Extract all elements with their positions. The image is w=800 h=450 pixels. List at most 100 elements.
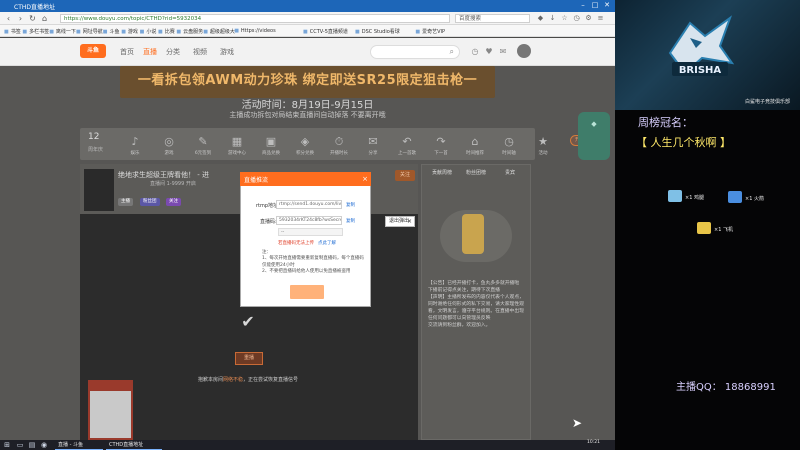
home-icon[interactable]: ⌂ <box>40 14 49 23</box>
mascot-badge[interactable]: ◆ <box>578 112 610 160</box>
forward-icon[interactable]: › <box>16 14 25 23</box>
site-logo[interactable]: 斗鱼 <box>80 44 106 58</box>
follow-list-icon[interactable]: ♥ <box>484 47 494 57</box>
tab-fan-rank[interactable]: 粉丝团榜 <box>460 168 492 179</box>
explorer-icon[interactable]: ▤ <box>28 441 36 449</box>
close-window-icon[interactable]: ✕ <box>602 1 612 10</box>
line-select[interactable]: -- <box>278 228 343 236</box>
toolbar-item-icon[interactable]: ◎ <box>161 134 177 150</box>
history-icon[interactable]: ◷ <box>470 47 480 57</box>
toolbar-item-icon[interactable]: ↶ <box>399 134 415 150</box>
taskbar-app-browser[interactable]: CTHD直播地址 <box>106 440 162 450</box>
copy-rtmp-link[interactable]: 复制 <box>346 202 355 208</box>
browser-task-icon[interactable]: ◉ <box>40 441 48 449</box>
bookmark-item[interactable]: CCTV-5直播频道 <box>303 28 348 35</box>
toolbar-item-icon[interactable]: ♪ <box>127 134 143 150</box>
nav-game[interactable]: 游戏 <box>220 47 234 57</box>
nav-home[interactable]: 首页 <box>120 47 134 57</box>
room-badge[interactable]: 关注 <box>166 198 181 206</box>
stream-key-input[interactable]: 5932034rKT24c8fb?wsSecret=******* <box>276 216 342 225</box>
message-icon[interactable]: ✉ <box>498 47 508 57</box>
toolbar-item-icon[interactable]: ★ <box>535 134 551 150</box>
weekly-rank-label: 周榜冠名： <box>638 116 693 129</box>
back-icon[interactable]: ‹ <box>4 14 13 23</box>
bookmark-item[interactable]: 超级超级大 <box>203 28 235 35</box>
anchor-figure <box>462 214 484 254</box>
user-avatar[interactable] <box>517 44 531 58</box>
toolbar-item-label: 积分兑换 <box>296 151 314 156</box>
toolbar-item-icon[interactable]: ✎ <box>195 134 211 150</box>
player-tip-link[interactable]: 网络不稳 <box>223 377 243 383</box>
toolbar-item-label: 开播时长 <box>330 151 348 156</box>
rtmp-input[interactable]: rtmp://send1.douyu.com/live <box>276 200 342 209</box>
toolbar-item-icon[interactable]: ◈ <box>297 134 313 150</box>
maximize-icon[interactable]: □ <box>590 1 600 10</box>
toolbar-item-icon[interactable]: ✉ <box>365 134 381 150</box>
bookmark-item[interactable]: 比赛 <box>158 28 175 35</box>
bookmark-item[interactable]: 离线一下 <box>49 28 76 35</box>
browser-search-input[interactable]: 百度搜索 <box>455 14 530 23</box>
nav-video[interactable]: 视频 <box>193 47 207 57</box>
tab-vip[interactable]: 贵宾 <box>494 168 526 179</box>
activity-toolbar: 12 周年庆 开通粉丝卡 ♪娱乐◎游戏✎6元签到▦游戏中心▣商品兑换◈积分兑换⏱… <box>80 128 605 160</box>
room-notice: 【公告】已经开播打卡，鱼丸多多就开播啦 下播前记得点关注，期待下次直播 【声明】… <box>428 281 524 328</box>
toolbar-item-icon[interactable]: ▣ <box>263 134 279 150</box>
event-banner-title: 一看拆包领AWM动力珍珠 绑定即送SR25限定狙击枪一 <box>137 73 478 88</box>
search-icon[interactable]: ⌕ <box>450 47 454 57</box>
url-input[interactable]: https://www.douyu.com/topic/CTHD?rid=593… <box>60 14 450 23</box>
replay-button[interactable]: 重播 <box>235 352 263 365</box>
toolbar-item-icon[interactable]: ↷ <box>433 134 449 150</box>
bookmark-item[interactable]: DSC Studio看球 <box>355 28 400 35</box>
close-icon[interactable]: × <box>407 217 412 226</box>
follow-button[interactable]: 关注 <box>395 170 415 181</box>
bookmark-item[interactable]: 书签 <box>4 28 21 35</box>
bookmark-item[interactable]: 游戏 <box>121 28 138 35</box>
toolbar-item-icon[interactable]: ⌂ <box>467 134 483 150</box>
toolbar-item-icon[interactable]: ▦ <box>229 134 245 150</box>
minimize-icon[interactable]: – <box>578 1 588 10</box>
exit-popup-tip[interactable]: 退出弹出 × <box>385 216 415 227</box>
toolbar-item-label: 时间推荐 <box>466 151 484 156</box>
anniversary-day: 12 <box>88 132 100 142</box>
toolbar-item-icon[interactable]: ⏱ <box>331 134 347 150</box>
extension-icon[interactable]: ◆ <box>536 14 545 23</box>
reload-icon[interactable]: ↻ <box>28 14 37 23</box>
mouse-cursor-icon: ➤ <box>572 416 583 430</box>
upload-warning: 若直播码无法上传 <box>278 241 314 246</box>
copy-key-link[interactable]: 复制 <box>346 218 355 224</box>
room-title: 绝地求生超级王牌看他！ - 进 <box>118 171 209 179</box>
favorite-icon[interactable]: ☆ <box>560 14 569 23</box>
menu-icon[interactable]: ≡ <box>596 14 605 23</box>
site-search-input[interactable]: ⌕ <box>370 45 460 59</box>
taskbar-app-obs[interactable]: 直播 - 斗鱼 <box>55 440 103 450</box>
event-time: 活动时间：8月19日-9月15日 <box>241 100 374 111</box>
nav-live[interactable]: 直播 <box>143 47 157 57</box>
toolbar-item-label: 娱乐 <box>130 151 140 156</box>
confirm-button[interactable] <box>290 285 324 299</box>
toolbar-item-label: 上一首歌 <box>398 151 416 156</box>
start-icon[interactable]: ⊞ <box>3 441 11 449</box>
tools-icon[interactable]: ⚙ <box>584 14 593 23</box>
room-badge[interactable]: 主播 <box>118 198 133 206</box>
bookmark-item[interactable]: 云盘服务 <box>176 28 203 35</box>
toolbar-item-label: 游戏 <box>164 151 174 156</box>
bookmark-item[interactable]: 斗鱼 <box>103 28 120 35</box>
room-badge[interactable]: 粉丝团 <box>140 198 160 206</box>
download-icon[interactable]: ↓ <box>548 14 557 23</box>
key-label: 直播码: <box>260 219 277 225</box>
bookmark-item[interactable]: 网址导航 <box>76 28 103 35</box>
plane-gift-icon <box>697 222 711 234</box>
history-icon[interactable]: ◷ <box>572 14 581 23</box>
tab-weekly-rank[interactable]: 贡献周榜 <box>426 168 458 179</box>
bookmark-item[interactable]: 多栏书签 <box>22 28 49 35</box>
nav-category[interactable]: 分类 <box>166 47 180 57</box>
bookmark-item[interactable]: 爱奇艺VIP <box>415 28 445 35</box>
dialog-close-icon[interactable]: × <box>361 174 369 184</box>
taskview-icon[interactable]: ▭ <box>16 441 24 449</box>
bookmark-item[interactable]: 小说 <box>140 28 156 35</box>
mini-promo-card[interactable] <box>88 380 133 440</box>
toolbar-item-icon[interactable]: ◷ <box>501 134 517 150</box>
toolbar-item-label: 时间轴 <box>502 151 516 156</box>
bookmark-item[interactable]: Https://videos <box>234 28 276 34</box>
learn-more-link[interactable]: 点此了解 <box>318 240 336 246</box>
